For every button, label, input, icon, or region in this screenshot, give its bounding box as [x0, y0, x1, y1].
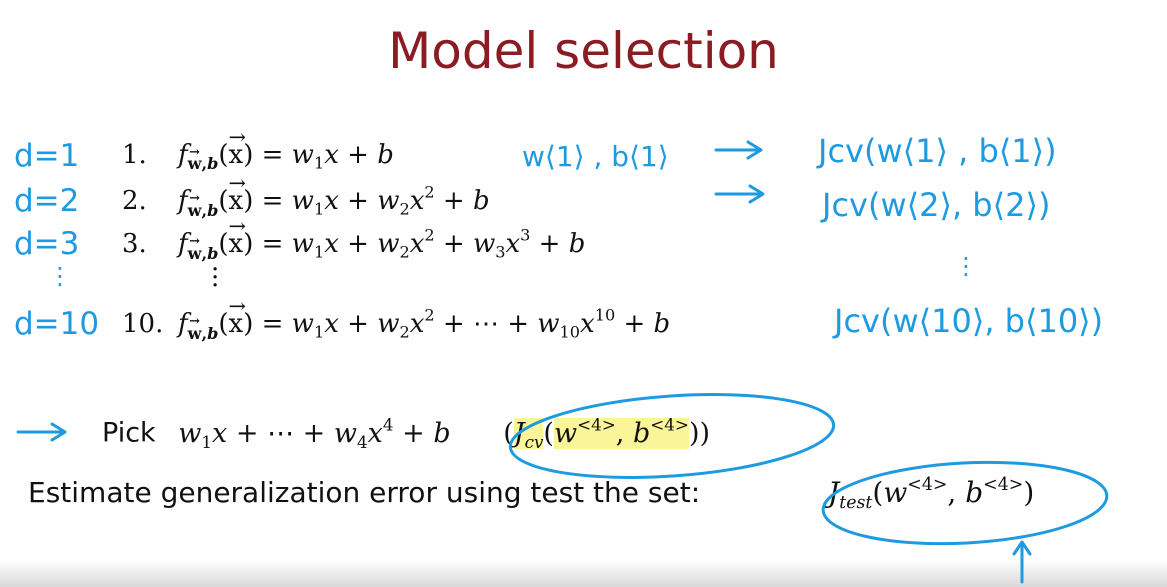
arrow-row-2-icon: [714, 184, 765, 204]
up-arrow-icon: [1012, 540, 1032, 584]
cv-cost-circle-icon: [508, 393, 836, 479]
arrow-row-1-icon: [714, 140, 763, 160]
test-cost-circle-icon: [821, 460, 1109, 546]
pick-arrow-icon: [16, 422, 67, 442]
handwritten-marks: [16, 140, 1109, 584]
